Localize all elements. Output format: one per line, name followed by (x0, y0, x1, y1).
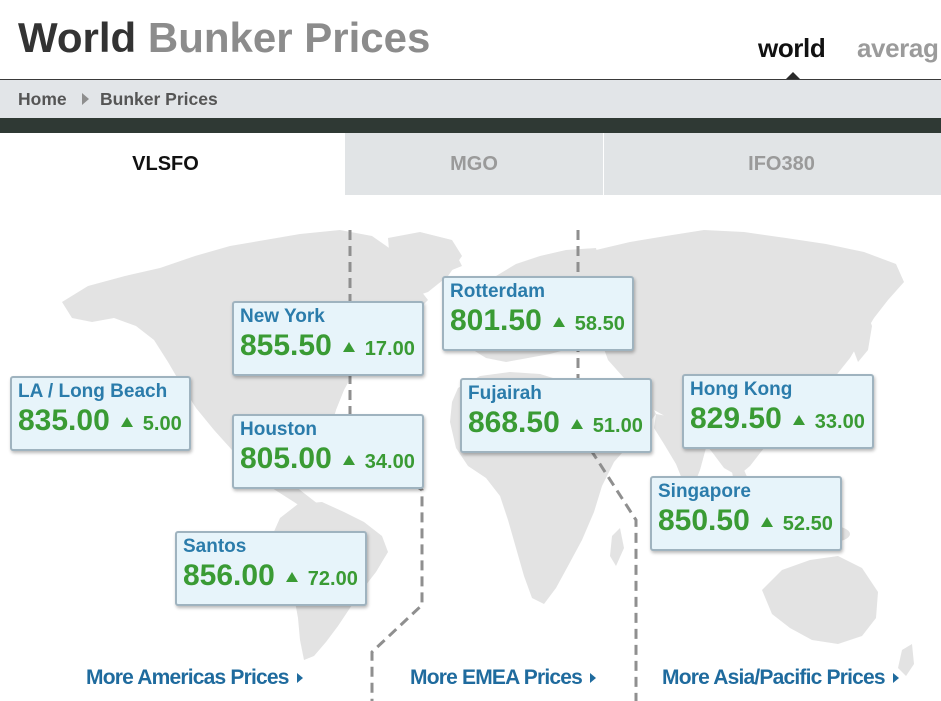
port-change: 17.00 (364, 338, 415, 360)
port-name: Houston (240, 419, 318, 440)
port-name: New York (240, 306, 325, 327)
page-title: World Bunker Prices (18, 14, 430, 62)
map-new-zealand (898, 644, 914, 676)
fuel-tabs: VLSFO MGO IFO380 (0, 133, 941, 195)
breadcrumb-separator-icon (82, 93, 89, 105)
port-price: 868.50 (468, 406, 560, 439)
triangle-up-icon (342, 455, 355, 465)
page-title-sub: Bunker Prices (147, 14, 431, 61)
triangle-up-icon (570, 419, 583, 429)
triangle-up-icon (552, 317, 565, 327)
port-change: 58.50 (574, 313, 625, 335)
breadcrumb-home[interactable]: Home (18, 80, 67, 118)
more-asia-pacific-prices-link[interactable]: More Asia/Pacific Prices (662, 666, 899, 690)
port-card-singapore[interactable]: Singapore 850.50 52.50 (650, 476, 842, 551)
port-change: 51.00 (592, 415, 643, 437)
port-card-fujairah[interactable]: Fujairah 868.50 51.00 (460, 378, 652, 453)
more-asia-pacific-prices-label: More Asia/Pacific Prices (662, 666, 886, 689)
tab-vlsfo[interactable]: VLSFO (0, 133, 345, 195)
port-price: 829.50 (690, 402, 782, 435)
region-nav-average[interactable]: averag (857, 33, 939, 63)
port-name: Fujairah (468, 383, 542, 404)
page: World Bunker Prices world averag Home Bu… (0, 0, 941, 701)
site-header: World Bunker Prices world averag (0, 0, 941, 80)
price-map: LA / Long Beach 835.00 5.00 New York 855.… (0, 195, 941, 701)
more-emea-prices-label: More EMEA Prices (410, 666, 583, 689)
port-price: 850.50 (658, 504, 750, 537)
triangle-up-icon (342, 342, 355, 352)
triangle-up-icon (120, 417, 133, 427)
port-price-row: 835.00 5.00 (18, 405, 183, 442)
map-australia (762, 556, 878, 644)
port-price-row: 868.50 51.00 (468, 407, 644, 444)
section-bar (0, 118, 941, 133)
port-card-santos[interactable]: Santos 856.00 72.00 (175, 531, 367, 606)
page-title-main: World (18, 14, 137, 61)
more-americas-prices-label: More Americas Prices (86, 666, 289, 689)
port-name: LA / Long Beach (18, 381, 168, 402)
port-change: 33.00 (814, 411, 865, 433)
port-name: Hong Kong (690, 379, 793, 400)
triangle-up-icon (760, 517, 773, 527)
breadcrumb: Home Bunker Prices (0, 80, 941, 118)
port-card-houston[interactable]: Houston 805.00 34.00 (232, 414, 424, 489)
port-price-row: 805.00 34.00 (240, 443, 416, 480)
port-card-hong-kong[interactable]: Hong Kong 829.50 33.00 (682, 374, 874, 449)
port-name: Singapore (658, 481, 751, 502)
tab-ifo380[interactable]: IFO380 (604, 133, 941, 195)
port-card-rotterdam[interactable]: Rotterdam 801.50 58.50 (442, 276, 634, 351)
region-nav: world averag (740, 0, 941, 80)
port-name: Santos (183, 536, 247, 557)
port-change: 5.00 (142, 413, 182, 435)
triangle-right-icon (296, 673, 303, 683)
triangle-up-icon (792, 415, 805, 425)
port-change: 72.00 (307, 568, 358, 590)
port-price: 805.00 (240, 442, 332, 475)
port-price-row: 856.00 72.00 (183, 560, 359, 597)
port-price: 855.50 (240, 329, 332, 362)
triangle-right-icon (892, 673, 899, 683)
port-card-new-york[interactable]: New York 855.50 17.00 (232, 301, 424, 376)
port-price-row: 829.50 33.00 (690, 403, 866, 440)
port-price-row: 801.50 58.50 (450, 305, 626, 342)
triangle-right-icon (590, 673, 596, 683)
region-nav-world[interactable]: world (758, 33, 826, 63)
port-change: 52.50 (782, 513, 833, 535)
port-price-row: 850.50 52.50 (658, 505, 834, 542)
port-change: 34.00 (364, 451, 415, 473)
breadcrumb-current: Bunker Prices (100, 89, 218, 109)
port-price-row: 855.50 17.00 (240, 330, 416, 367)
port-price: 835.00 (18, 404, 110, 437)
triangle-up-icon (285, 572, 298, 582)
port-price: 856.00 (183, 559, 275, 592)
more-emea-prices-link[interactable]: More EMEA Prices (410, 666, 596, 690)
port-name: Rotterdam (450, 281, 546, 302)
tab-mgo[interactable]: MGO (345, 133, 603, 195)
map-madagascar (610, 528, 624, 566)
port-price: 801.50 (450, 304, 542, 337)
more-americas-prices-link[interactable]: More Americas Prices (86, 666, 303, 690)
port-card-la-long-beach[interactable]: LA / Long Beach 835.00 5.00 (10, 376, 191, 451)
active-indicator-icon (786, 72, 800, 79)
